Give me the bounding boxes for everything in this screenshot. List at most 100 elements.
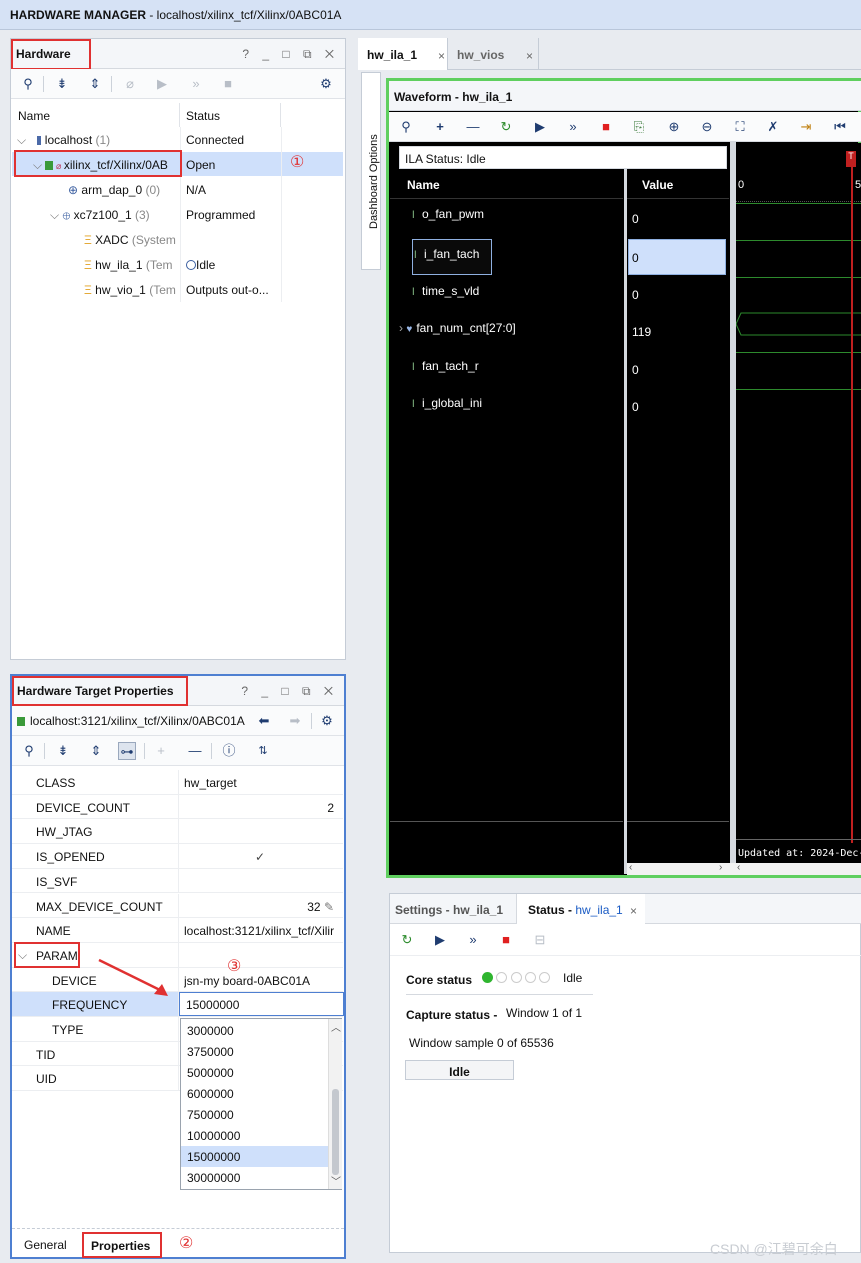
trigger-marker[interactable]: T [846,151,856,167]
core-status-label: Core status [406,973,473,987]
sort-icon[interactable]: ⇅ [254,742,272,760]
info-icon[interactable]: ⓘ [220,742,238,760]
signal-row[interactable]: ǀ i_fan_tach [414,247,479,271]
tree-row-ila[interactable]: Ξ hw_ila_1 (Tem Idle [12,252,343,276]
dropdown-option[interactable]: 7500000 [181,1104,329,1125]
dropdown-option[interactable]: 10000000 [181,1125,329,1146]
tab-properties[interactable]: Properties [82,1232,162,1258]
back-arrow-icon[interactable]: ⬅ [255,712,273,730]
group-view-icon[interactable]: ⊶ [118,742,136,760]
forward-arrow-icon[interactable]: ➡ [286,712,304,730]
gear-icon[interactable]: ⚙ [318,712,336,730]
title-bar: HARDWARE MANAGER - localhost/xilinx_tcf/… [0,0,861,30]
run-trigger-icon[interactable]: ▶ [531,118,549,136]
prop-row-is-svf[interactable]: IS_SVF [12,868,343,894]
tab-general[interactable]: General [24,1238,67,1252]
hardware-panel: Hardware ? _ □ ⧉ ✕ ⚲ ⇟ ⇕ ⌀ ▶ » ■ ⚙ Name … [10,38,346,660]
signal-row[interactable]: ǀ fan_tach_r [412,359,479,383]
close-icon[interactable]: × [438,49,445,63]
frequency-dropdown-list[interactable]: 3000000 3750000 5000000 6000000 7500000 … [180,1018,342,1190]
signal-icon: ǀ [414,250,417,261]
search-icon[interactable]: ⚲ [20,742,38,760]
run-trigger-repeat-icon[interactable]: ↻ [497,118,515,136]
close-icon[interactable]: × [526,49,533,63]
tree-row-vio[interactable]: Ξ hw_vio_1 (Tem Outputs out-o... [12,277,343,301]
status-tabs: Settings - hw_ila_1 Status - hw_ila_1 × [390,894,861,925]
tab-status[interactable]: Status - hw_ila_1 × [517,894,645,925]
run-trigger-icon[interactable]: ▶ [153,75,171,93]
prop-row-is-opened[interactable]: IS_OPENED ✓ [12,844,343,869]
search-icon[interactable]: ⚲ [19,75,37,93]
waveform-canvas[interactable]: 0 5 T Updated at: 2024-Dec- [736,143,861,863]
zoom-fit-icon[interactable]: ⛶ [731,118,749,136]
prop-row-hw-jtag[interactable]: HW_JTAG [12,819,343,845]
column-header-status[interactable]: Status [180,103,281,127]
zoom-out-icon[interactable]: ⊖ [698,118,716,136]
tab-hw-ila[interactable]: hw_ila_1 × [358,38,448,70]
signal-row[interactable]: › ♥ fan_num_cnt[27:0] [399,321,516,345]
status-cell: Programmed [186,208,256,222]
collapse-all-icon[interactable]: ⇟ [53,75,71,93]
stop-icon[interactable]: ■ [497,931,515,949]
prop-row-class[interactable]: CLASS hw_target [12,770,343,795]
dropdown-option-selected[interactable]: 15000000 [181,1146,329,1167]
tab-hw-vios[interactable]: hw_vios [457,48,504,62]
signal-value: 0 [632,251,639,265]
horizontal-scrollbar[interactable]: ‹ › ‹ [627,862,861,875]
prop-row-frequency[interactable]: FREQUENCY 15000000 [12,992,344,1017]
run-immediate-icon[interactable]: » [464,931,482,949]
prop-row-device[interactable]: DEVICE jsn-my board-0ABC01A [12,967,343,993]
stop-icon[interactable]: ■ [219,75,237,93]
expand-all-icon[interactable]: ⇕ [86,75,104,93]
tree-row-xadc[interactable]: Ξ XADC (System [12,227,343,251]
column-header-name[interactable]: Name [390,169,623,199]
idle-button[interactable]: Idle [405,1060,514,1080]
dropdown-option[interactable]: 6000000 [181,1083,329,1104]
prop-row-max-device-count[interactable]: MAX_DEVICE_COUNT 32 ✎ [12,893,343,919]
run-immediate-icon[interactable]: » [564,118,582,136]
dropdown-scrollbar[interactable]: ︿ ﹀ [328,1019,342,1189]
remove-icon[interactable]: — [464,118,482,136]
collapse-all-icon[interactable]: ⇟ [54,742,72,760]
export-icon[interactable]: ⎘ [630,118,648,136]
annotation-box-param [14,942,80,968]
prop-row-name[interactable]: NAME localhost:3121/xilinx_tcf/Xilir [12,918,343,943]
dropdown-option[interactable]: 3750000 [181,1041,329,1062]
dropdown-option[interactable]: 3000000 [181,1020,329,1041]
auto-connect-icon[interactable]: ⌀ [121,75,139,93]
add-icon[interactable]: + [431,118,449,136]
column-header-name[interactable]: Name [12,103,180,127]
close-icon[interactable]: × [630,904,637,918]
run-immediate-icon[interactable]: » [187,75,205,93]
dropdown-option[interactable]: 30000000 [181,1167,329,1188]
add-icon[interactable]: + [152,742,170,760]
signal-row[interactable]: ǀ i_global_ini [412,396,482,420]
expand-all-icon[interactable]: ⇕ [87,742,105,760]
stop-icon[interactable]: ■ [597,118,615,136]
tree-row-localhost[interactable]: ⌵ localhost (1) Connected [12,127,343,151]
tab-settings[interactable]: Settings - hw_ila_1 [395,903,503,917]
signal-row[interactable]: ǀ o_fan_pwm [412,207,484,231]
remove-icon[interactable]: — [186,742,204,760]
window-controls[interactable]: ? _ □ ⧉ ✕ [241,684,338,699]
gear-icon[interactable]: ⚙ [317,75,335,93]
column-header-value[interactable]: Value [627,169,729,199]
run-trigger-repeat-icon[interactable]: ↻ [398,931,416,949]
signal-row[interactable]: ǀ time_s_vld [412,284,479,308]
edit-pencil-icon[interactable]: ✎ [324,900,334,914]
status-cell: N/A [186,183,207,197]
dashboard-options-tab[interactable]: Dashboard Options [361,72,381,270]
cursor-icon[interactable]: ✗ [764,118,782,136]
tree-row-device[interactable]: ⌵ ⊕ xc7z100_1 (3) Programmed [12,202,343,226]
prop-row-device-count[interactable]: DEVICE_COUNT 2 [12,794,343,820]
trigger-cursor[interactable] [851,153,853,843]
marker-icon[interactable]: ⇥ [797,118,815,136]
window-controls[interactable]: ? _ □ ⧉ ✕ [242,47,339,62]
go-to-start-icon[interactable]: ⏮ [831,118,849,136]
run-trigger-icon[interactable]: ▶ [431,931,449,949]
zoom-in-icon[interactable]: ⊕ [665,118,683,136]
capture-settings-icon[interactable]: ⊟ [531,931,549,949]
search-icon[interactable]: ⚲ [397,118,415,136]
tree-row-arm-dap[interactable]: ⊕ arm_dap_0 (0) N/A [12,177,343,201]
dropdown-option[interactable]: 5000000 [181,1062,329,1083]
